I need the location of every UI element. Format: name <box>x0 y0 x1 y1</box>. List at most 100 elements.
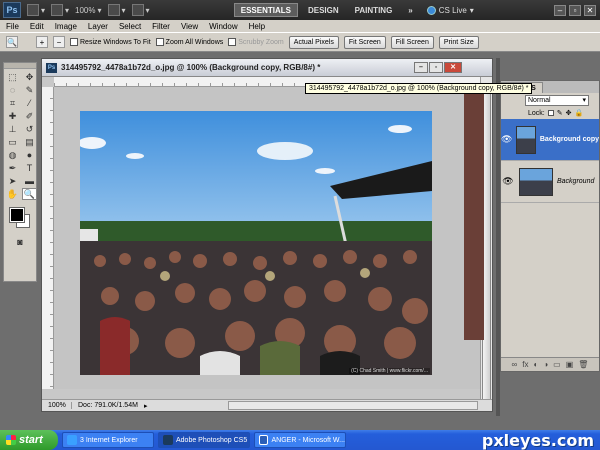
screen-mode-button[interactable]: ▾ <box>131 3 150 17</box>
menu-edit[interactable]: Edit <box>30 22 44 31</box>
workspace-more-icon[interactable]: » <box>402 3 418 17</box>
layer-thumbnail <box>519 167 553 196</box>
print-size-button[interactable]: Print Size <box>438 35 479 49</box>
brush-tool-icon[interactable]: ✐ <box>22 110 37 122</box>
quick-mask-icon[interactable]: ◙ <box>13 236 28 248</box>
visibility-eye-icon[interactable]: 👁 <box>501 134 512 145</box>
horizontal-scrollbar[interactable] <box>228 401 478 410</box>
lock-position-icon[interactable]: ✥ <box>566 109 572 117</box>
vertical-ruler[interactable] <box>42 87 54 389</box>
status-zoom[interactable]: 100% <box>48 402 72 409</box>
clone-stamp-icon[interactable]: ⊥ <box>5 123 20 135</box>
blur-tool-icon[interactable]: ◍ <box>5 149 20 161</box>
lock-transparency-icon[interactable] <box>547 110 554 116</box>
link-layers-icon[interactable]: ∞ <box>512 360 518 369</box>
move-tool-icon[interactable]: ✥ <box>22 71 37 83</box>
gradient-tool-icon[interactable]: ▤ <box>22 136 37 148</box>
new-group-icon[interactable]: ▭ <box>553 360 561 369</box>
foreground-color-swatch[interactable] <box>9 207 25 223</box>
lock-all-icon[interactable]: 🔒 <box>574 109 583 117</box>
add-mask-icon[interactable]: ◐ <box>533 360 538 369</box>
document-title-bar[interactable]: Ps 314495792_4478a1b72d_o.jpg @ 100% (Ba… <box>42 59 492 77</box>
fit-screen-button[interactable]: Fit Screen <box>343 35 386 49</box>
delete-layer-icon[interactable]: 🗑 <box>578 360 588 369</box>
menu-file[interactable]: File <box>6 22 19 31</box>
crop-tool-icon[interactable]: ⌗ <box>5 97 20 109</box>
bridge-launch[interactable]: ▾ <box>27 3 45 17</box>
lock-row: Lock: ✎ ✥ 🔒 <box>501 107 599 119</box>
fill-screen-button[interactable]: Fill Screen <box>390 35 434 49</box>
eraser-tool-icon[interactable]: ▭ <box>5 136 20 148</box>
start-button[interactable]: start <box>0 430 58 450</box>
path-select-icon[interactable]: ➤ <box>5 175 20 187</box>
windows-taskbar: start 3 Internet Explorer Adobe Photosho… <box>0 430 600 450</box>
layer-name: Background <box>557 178 595 185</box>
eyedropper-tool-icon[interactable]: ⁄ <box>22 97 37 109</box>
word-icon <box>259 435 269 445</box>
menu-image[interactable]: Image <box>55 22 77 31</box>
close-icon[interactable]: ✕ <box>583 4 596 16</box>
document-maximize-icon[interactable]: ▫ <box>429 62 443 73</box>
menu-help[interactable]: Help <box>249 22 265 31</box>
cs-live-button[interactable]: CS Live ▾ <box>426 5 474 15</box>
history-brush-icon[interactable]: ↺ <box>22 123 37 135</box>
zoom-in-icon[interactable]: + <box>36 36 48 48</box>
healing-brush-icon[interactable]: ✚ <box>5 110 20 122</box>
photoshop-logo: Ps <box>3 2 21 18</box>
photoshop-taskbar-icon <box>163 435 173 445</box>
photo-credit: (C) Chad Smith | www.flickr.com/... <box>349 368 430 374</box>
taskbar-item-word[interactable]: ANGER - Microsoft W... <box>254 432 346 448</box>
layer-style-icon[interactable]: fx <box>522 360 528 369</box>
extras-menu[interactable]: ▾ <box>51 3 69 17</box>
lock-pixels-icon[interactable]: ✎ <box>557 109 563 117</box>
restore-icon[interactable]: ▫ <box>568 4 581 16</box>
workspace-painting[interactable]: PAINTING <box>349 3 399 17</box>
blend-mode-select[interactable]: Normal ▾ <box>525 94 589 106</box>
pen-tool-icon[interactable]: ✒ <box>5 162 20 174</box>
menu-select[interactable]: Select <box>119 22 141 31</box>
lasso-tool-icon[interactable]: ◌ <box>5 84 20 96</box>
document-close-icon[interactable]: ✕ <box>444 62 462 73</box>
pxleyes-watermark: pxleyes.com <box>481 430 594 450</box>
zoom-out-icon[interactable]: − <box>53 36 65 48</box>
background-canvas-peek <box>464 90 484 340</box>
document-minimize-icon[interactable]: – <box>414 62 428 73</box>
shape-tool-icon[interactable]: ▬ <box>22 175 37 187</box>
marquee-tool-icon[interactable]: ⬚ <box>5 71 20 83</box>
canvas-area[interactable]: (C) Chad Smith | www.flickr.com/... <box>54 87 480 389</box>
status-menu-icon[interactable]: ▸ <box>144 402 148 410</box>
photo-illustration <box>80 111 432 375</box>
layers-panel-footer: ∞ fx ◐ ◑ ▭ ▣ 🗑 <box>501 357 599 371</box>
taskbar-item-internet-explorer[interactable]: 3 Internet Explorer <box>62 432 154 448</box>
taskbar-item-photoshop[interactable]: Adobe Photoshop CS5 <box>158 432 250 448</box>
arrange-documents-button[interactable]: ▾ <box>107 3 126 17</box>
zoom-tool-preset-icon[interactable]: 🔍 <box>6 36 18 48</box>
layer-row-background-copy[interactable]: 👁 Background copy <box>501 119 599 161</box>
workspace-design[interactable]: DESIGN <box>302 3 345 17</box>
zoom-all-windows-checkbox[interactable]: Zoom All Windows <box>155 38 223 46</box>
visibility-eye-icon[interactable]: 👁 <box>501 176 515 187</box>
new-layer-icon[interactable]: ▣ <box>566 360 574 369</box>
zoom-tool-icon[interactable]: 🔍 <box>22 188 37 200</box>
menu-layer[interactable]: Layer <box>88 22 108 31</box>
dodge-tool-icon[interactable]: ● <box>22 149 37 161</box>
menu-view[interactable]: View <box>181 22 198 31</box>
hand-tool-icon[interactable]: ✋ <box>5 188 20 200</box>
zoom-level-select[interactable]: 100% ▾ <box>75 3 101 17</box>
minimize-icon[interactable]: – <box>553 4 566 16</box>
menu-filter[interactable]: Filter <box>152 22 170 31</box>
actual-pixels-button[interactable]: Actual Pixels <box>288 35 339 49</box>
document-window: Ps 314495792_4478a1b72d_o.jpg @ 100% (Ba… <box>41 58 493 412</box>
adjustment-layer-icon[interactable]: ◑ <box>543 360 548 369</box>
scrubby-zoom-checkbox[interactable]: Scrubby Zoom <box>228 38 284 46</box>
workspace-essentials[interactable]: ESSENTIALS <box>233 3 298 17</box>
resize-windows-checkbox[interactable]: Resize Windows To Fit <box>70 38 151 46</box>
layer-thumbnail <box>516 125 536 154</box>
document-title: 314495792_4478a1b72d_o.jpg @ 100% (Backg… <box>61 63 321 72</box>
layer-row-background[interactable]: 👁 Background <box>501 161 599 203</box>
document-title-tooltip: 314495792_4478a1b72d_o.jpg @ 100% (Backg… <box>305 83 533 94</box>
menu-window[interactable]: Window <box>209 22 237 31</box>
type-tool-icon[interactable]: T <box>22 162 37 174</box>
tools-panel: ⬚ ✥ ◌ ✎ ⌗ ⁄ ✚ ✐ ⊥ ↺ ▭ ▤ ◍ ● ✒ T ➤ ▬ ✋ 🔍 … <box>3 62 37 282</box>
quick-select-tool-icon[interactable]: ✎ <box>22 84 37 96</box>
